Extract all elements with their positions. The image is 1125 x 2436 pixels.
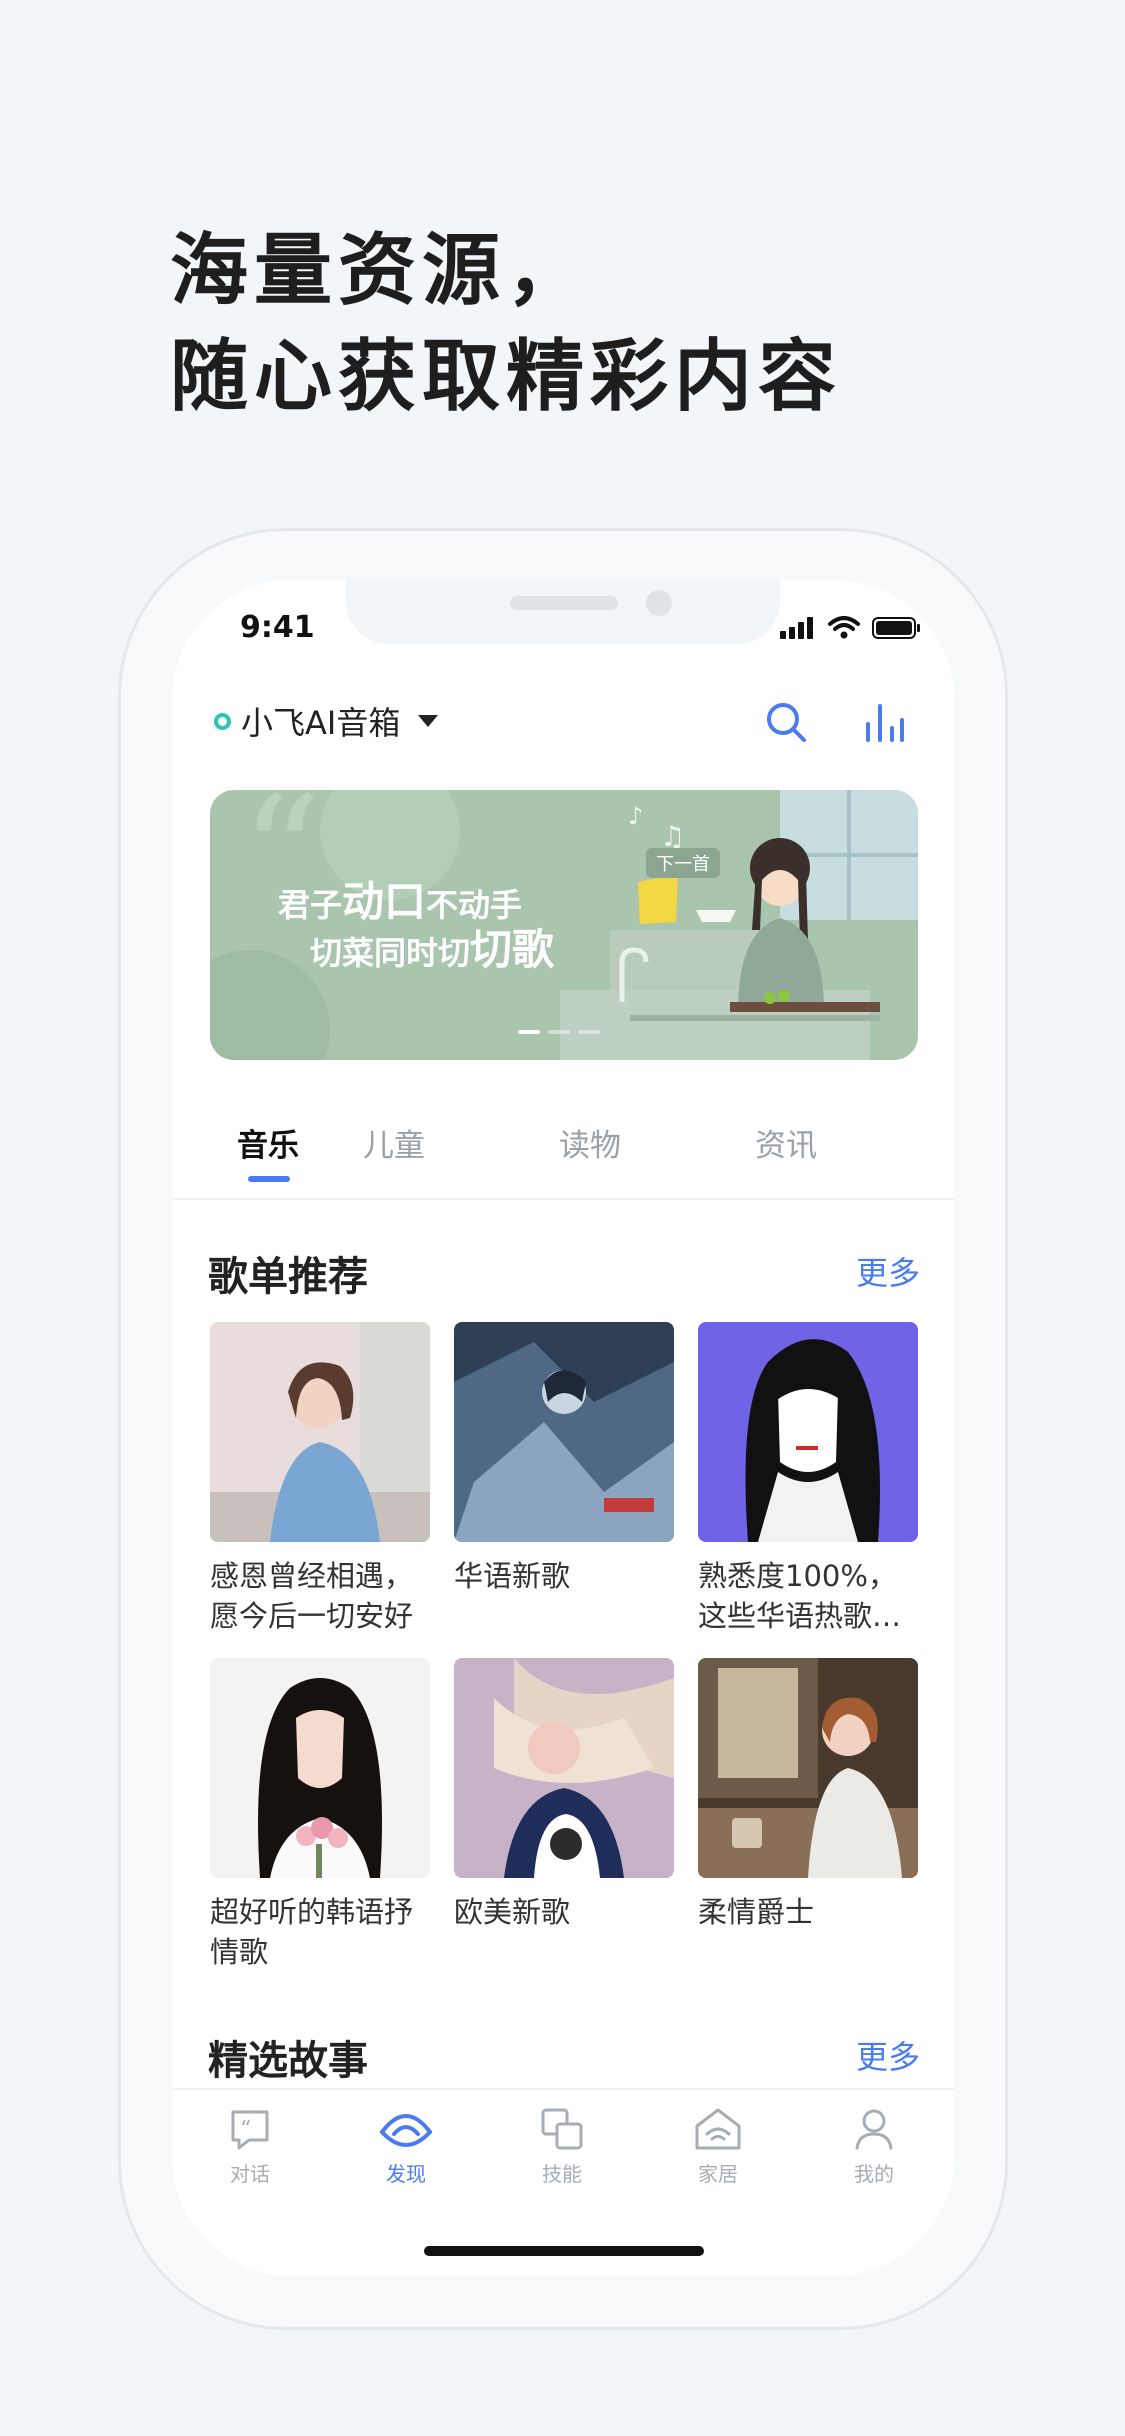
equalizer-icon[interactable] (862, 700, 906, 744)
tab-reading[interactable]: 读物 (530, 1120, 650, 1165)
playlist-more-link[interactable]: 更多 (856, 1248, 920, 1294)
playlist-cover (210, 1322, 430, 1542)
svg-text:♪: ♪ (628, 802, 643, 830)
home-indicator[interactable] (424, 2246, 704, 2256)
nav-item-chat[interactable]: “ 对话 (200, 2106, 300, 2187)
playlist-card[interactable]: 感恩曾经相遇，愿今后一切安好 (210, 1322, 430, 1636)
headline-line-2: 随心获取精彩内容 (170, 332, 843, 422)
playlist-title: 熟悉度100%，这些华语热歌… (698, 1559, 902, 1633)
battery-icon (872, 617, 920, 639)
nav-item-profile[interactable]: 我的 (824, 2106, 924, 2187)
device-selector[interactable]: 小飞AI音箱 (214, 698, 439, 744)
profile-icon (855, 2109, 893, 2150)
promo-banner[interactable]: “ ♪ ♫ 君子动口不动手 切菜同时切切歌 下一首 (210, 790, 918, 1060)
tab-news[interactable]: 资讯 (726, 1120, 846, 1165)
speaker-grill (510, 596, 618, 610)
playlist-card[interactable]: 超好听的韩语抒情歌 (210, 1658, 430, 1972)
next-track-tag: 下一首 (646, 848, 720, 878)
tab-music[interactable]: 音乐 (208, 1120, 328, 1165)
nav-label: 家居 (698, 2162, 738, 2186)
bottom-tab-bar: “ 对话 发现 技能 家居 我的 (172, 2088, 954, 2198)
playlist-title: 欧美新歌 (454, 1895, 571, 1929)
playlist-title: 柔情爵士 (698, 1895, 815, 1929)
banner-dot (578, 1030, 600, 1034)
headline-line-1: 海量资源， (170, 226, 591, 316)
front-camera (646, 590, 672, 616)
story-more-link[interactable]: 更多 (856, 2032, 920, 2078)
playlist-title: 超好听的韩语抒情歌 (210, 1895, 414, 1969)
nav-item-home[interactable]: 家居 (668, 2106, 768, 2187)
nav-label: 对话 (230, 2162, 270, 2186)
story-section-title: 精选故事 (208, 2038, 368, 2084)
device-name: 小飞AI音箱 (241, 704, 401, 742)
playlist-card[interactable]: 柔情爵士 (698, 1658, 918, 1932)
playlist-card[interactable]: 华语新歌 (454, 1322, 674, 1596)
banner-pagination (518, 1030, 600, 1034)
playlist-card[interactable]: 欧美新歌 (454, 1658, 674, 1932)
chat-quote-icon: “ (231, 2110, 269, 2150)
nav-label: 我的 (854, 2162, 894, 2186)
search-icon[interactable] (764, 700, 808, 744)
phone-screen: 9:41 小飞AI音箱 “ ♪ ♫ 君子动口不动手 切菜同时切切歌 下一首 音乐… (172, 580, 954, 2276)
banner-dot (518, 1030, 540, 1034)
playlist-cover (698, 1322, 918, 1542)
playlist-cover (210, 1658, 430, 1878)
playlist-title: 感恩曾经相遇，愿今后一切安好 (210, 1559, 414, 1633)
playlist-title: 华语新歌 (454, 1559, 571, 1593)
tab-kids[interactable]: 儿童 (334, 1120, 454, 1165)
playlist-section-title: 歌单推荐 (208, 1254, 368, 1300)
home-icon (695, 2108, 741, 2150)
promo-headline: 海量资源， 随心获取精彩内容 (170, 218, 842, 430)
playlist-cover (454, 1322, 674, 1542)
wifi-icon (828, 616, 860, 639)
nav-label: 技能 (542, 2162, 582, 2186)
banner-text-e: 切歌 (470, 925, 555, 974)
nav-label: 发现 (386, 2162, 426, 2186)
banner-dot (548, 1030, 570, 1034)
status-icons (780, 616, 922, 640)
tab-indicator (248, 1176, 290, 1182)
playlist-cover (698, 1658, 918, 1878)
nav-item-discover[interactable]: 发现 (356, 2106, 456, 2187)
playlist-card[interactable]: 熟悉度100%，这些华语热歌… (698, 1322, 918, 1636)
device-status-dot (214, 712, 231, 730)
phone-notch (346, 580, 780, 644)
category-tabs: 音乐 儿童 读物 资讯 (172, 1120, 954, 1200)
nav-item-skills[interactable]: 技能 (512, 2106, 612, 2187)
skills-icon (541, 2108, 583, 2150)
caret-down-icon (418, 715, 439, 727)
svg-text:“: “ (240, 2117, 251, 2142)
playlist-cover (454, 1658, 674, 1878)
banner-text-d: 切菜同时切 (310, 934, 471, 972)
discover-icon (380, 2114, 432, 2147)
status-time: 9:41 (240, 610, 315, 645)
signal-icon (780, 617, 813, 639)
banner-line-2: 切菜同时切切歌 (310, 916, 554, 977)
